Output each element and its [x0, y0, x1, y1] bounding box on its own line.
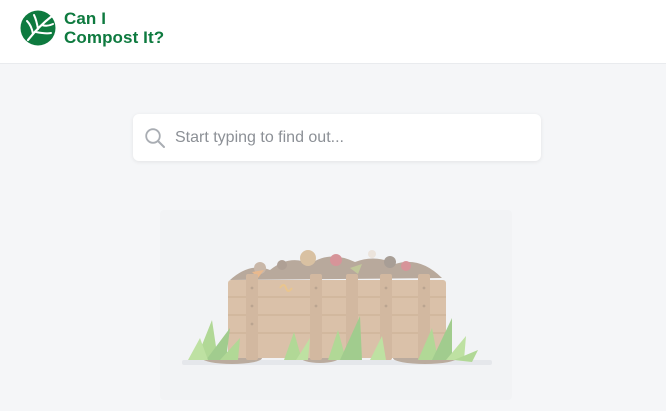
top-header: Can I Compost It? [0, 0, 666, 64]
brand-home-link[interactable]: Can I Compost It? [19, 9, 164, 47]
brand-name: Can I Compost It? [64, 9, 164, 47]
leaf-logo-icon [20, 10, 56, 46]
search-icon [145, 128, 165, 148]
compost-illustration-panel [160, 210, 512, 400]
search-box[interactable] [133, 114, 541, 161]
search-input[interactable] [173, 114, 535, 161]
compost-bin-illustration [182, 250, 492, 365]
brand-name-line-2: Compost It? [64, 28, 165, 47]
brand-name-line-1: Can I [64, 9, 107, 28]
